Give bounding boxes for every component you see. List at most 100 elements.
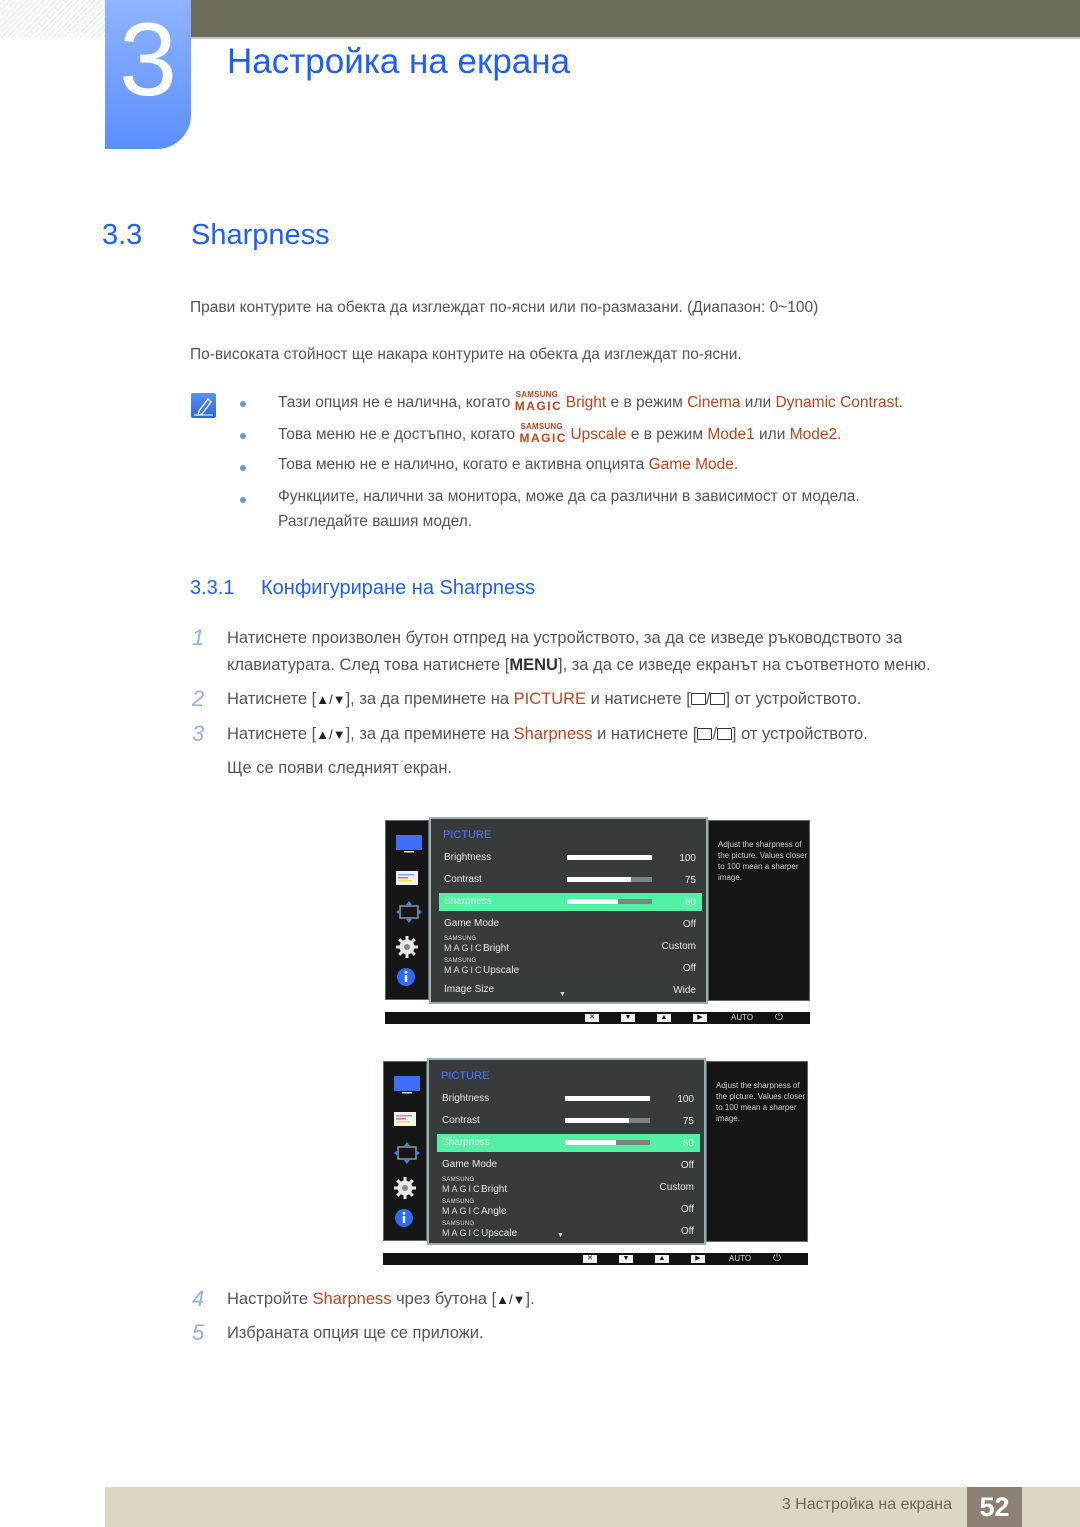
- osd-down-button[interactable]: ▼: [619, 1255, 633, 1263]
- osd-slider-fill: [567, 877, 631, 882]
- osd-menu-item[interactable]: Game Mode Off: [437, 1156, 700, 1174]
- step-1-line-1: Натиснете произволен бутон отпред на уст…: [227, 629, 903, 647]
- osd-value-slider[interactable]: [567, 877, 652, 882]
- subsection-heading: 3.3.1 Конфигуриране на Sharpness: [190, 577, 535, 600]
- osd-enter-button[interactable]: ▶: [693, 1014, 707, 1022]
- osd-item-value: 60: [684, 897, 696, 908]
- osd-value-slider[interactable]: [567, 855, 652, 860]
- osd-slider-fill: [565, 1118, 629, 1123]
- note-bullet: [240, 433, 246, 439]
- osd-up-button[interactable]: ▲: [655, 1255, 669, 1263]
- note-bullet: [240, 465, 246, 471]
- osd-menu-item[interactable]: Contrast 75: [437, 1112, 700, 1130]
- color-category-icon[interactable]: [394, 1112, 416, 1131]
- subsection-title: Конфигуриране на Sharpness: [261, 577, 536, 599]
- osd-item-label: Contrast: [444, 874, 482, 885]
- picture-category-icon[interactable]: [394, 1076, 420, 1101]
- osd-up-button[interactable]: ▲: [657, 1014, 671, 1022]
- osd-value-slider[interactable]: [565, 1140, 650, 1145]
- osd-menu-item[interactable]: SAMSUNG MAGIC Bright Custom: [439, 936, 702, 955]
- osd-menu-item[interactable]: Sharpness 60: [439, 893, 702, 911]
- osd-menu-item[interactable]: Brightness 100: [437, 1090, 700, 1108]
- osd-menu-item[interactable]: SAMSUNG MAGIC Upscale Off: [437, 1221, 700, 1240]
- samsung-magic-logo: SAMSUNG MAGIC: [442, 1177, 482, 1194]
- osd-close-button[interactable]: ✕: [585, 1014, 599, 1022]
- osd-menu-item[interactable]: Sharpness 60: [437, 1134, 700, 1152]
- osd-menu-title: PICTURE: [443, 829, 492, 841]
- osd-category-sidebar: [383, 1061, 427, 1241]
- osd-slider-fill: [567, 899, 618, 904]
- step-3: Натиснете [▲/▼], за да преминете на Shar…: [227, 725, 868, 743]
- power-icon[interactable]: ⏻: [775, 1012, 783, 1024]
- osd-item-value: Off: [680, 1226, 694, 1237]
- chapter-title: Настройка на екрана: [227, 42, 571, 81]
- intro-paragraph-1: Прави контурите на обекта да изглеждат п…: [190, 299, 819, 316]
- osd-value-slider[interactable]: [565, 1118, 650, 1123]
- osd-item-label: Sharpness: [444, 896, 492, 907]
- osd-menu-item[interactable]: Contrast 75: [439, 871, 702, 889]
- up-down-arrows-icon: ▲/▼: [316, 692, 346, 707]
- osd-menu-item[interactable]: SAMSUNG MAGIC Bright Custom: [437, 1177, 700, 1196]
- note-3: Това меню не е налично, когато е активна…: [278, 456, 739, 473]
- osd-down-button[interactable]: ▼: [621, 1014, 635, 1022]
- osd-value-slider[interactable]: [567, 899, 652, 904]
- osd-help-text: Adjust the sharpness of the picture. Val…: [718, 840, 808, 882]
- information-category-icon[interactable]: [394, 1208, 414, 1233]
- osd-item-label: SAMSUNG MAGIC Upscale: [442, 1221, 518, 1239]
- osd-item-label: Game Mode: [444, 918, 500, 929]
- samsung-magic-logo: SAMSUNG MAGIC: [442, 1221, 482, 1238]
- osd-item-label: SAMSUNG MAGIC Bright: [444, 936, 510, 954]
- osd-item-label: SAMSUNG MAGIC Bright: [442, 1177, 508, 1195]
- osd-item-value: 100: [677, 1094, 694, 1105]
- scroll-down-arrow-icon[interactable]: ▼: [559, 991, 566, 998]
- up-down-arrows-icon: ▲/▼: [316, 727, 346, 742]
- osd-menu-item[interactable]: SAMSUNG MAGIC Angle Off: [437, 1199, 700, 1218]
- size-position-category-icon[interactable]: [394, 1142, 420, 1169]
- setup-category-icon[interactable]: [396, 936, 418, 963]
- note-2: Това меню не е достъпно, когато SAMSUNG M…: [278, 422, 842, 445]
- osd-menu-item[interactable]: SAMSUNG MAGIC Upscale Off: [439, 958, 702, 977]
- osd-item-label: SAMSUNG MAGIC Upscale: [444, 958, 520, 976]
- osd-value-slider[interactable]: [565, 1096, 650, 1101]
- note-1: Тази опция не е налична, когато SAMSUNG M…: [278, 390, 903, 413]
- source-icon: [697, 728, 713, 740]
- osd-item-label: Brightness: [442, 1093, 490, 1104]
- osd-auto-button[interactable]: AUTO: [731, 1013, 753, 1022]
- intro-paragraph-2: По-високата стойност ще накара контурите…: [190, 346, 742, 363]
- step-3-line-2: Ще се появи следният екран.: [227, 759, 453, 777]
- setup-category-icon[interactable]: [394, 1177, 416, 1204]
- footer-chapter-label: 3 Настройка на екрана: [781, 1496, 952, 1513]
- osd-auto-button[interactable]: AUTO: [729, 1254, 751, 1263]
- osd-enter-button[interactable]: ▶: [691, 1255, 705, 1263]
- osd-help-panel: Adjust the sharpness of the picture. Val…: [706, 1061, 808, 1242]
- enter-icon: [716, 728, 732, 740]
- picture-category-icon[interactable]: [396, 835, 422, 860]
- osd-close-button[interactable]: ✕: [583, 1255, 597, 1263]
- osd-item-label: SAMSUNG MAGIC Angle: [442, 1199, 507, 1217]
- size-position-category-icon[interactable]: [396, 901, 422, 928]
- osd-item-value: 75: [682, 1116, 694, 1127]
- source-icon: [690, 693, 706, 705]
- osd-button-guide: ✕ ▼ ▲ ▶ AUTO ⏻: [383, 1253, 808, 1265]
- menu-key-label: MENU: [509, 656, 558, 674]
- section-number: 3.3: [102, 219, 143, 251]
- scroll-down-arrow-icon[interactable]: ▼: [557, 1232, 564, 1239]
- information-category-icon[interactable]: [396, 967, 416, 992]
- samsung-magic-logo: SAMSUNG MAGIC: [519, 422, 567, 445]
- note-bullet: [240, 401, 246, 407]
- step-1-line-2: клавиатурата. След това натиснете [MENU]…: [227, 656, 931, 674]
- power-icon[interactable]: ⏻: [773, 1253, 781, 1265]
- osd-item-value: Custom: [661, 941, 696, 952]
- chapter-number: 3: [119, 2, 177, 118]
- osd-menu-item[interactable]: Brightness 100: [439, 849, 702, 867]
- osd-menu-item[interactable]: Image Size Wide: [439, 981, 702, 999]
- step-number: 3: [192, 721, 205, 746]
- osd-item-value: 60: [682, 1138, 694, 1149]
- osd-help-panel: Adjust the sharpness of the picture. Val…: [708, 820, 810, 1001]
- color-category-icon[interactable]: [396, 871, 418, 890]
- step-4: Настройте Sharpness чрез бутона [▲/▼].: [227, 1290, 535, 1308]
- page-footer: 3 Настройка на екрана 52: [105, 1487, 1080, 1527]
- note-4-line-2: Разгледайте вашия модел.: [278, 513, 473, 530]
- samsung-magic-logo: SAMSUNG MAGIC: [444, 936, 484, 953]
- osd-menu-item[interactable]: Game Mode Off: [439, 915, 702, 933]
